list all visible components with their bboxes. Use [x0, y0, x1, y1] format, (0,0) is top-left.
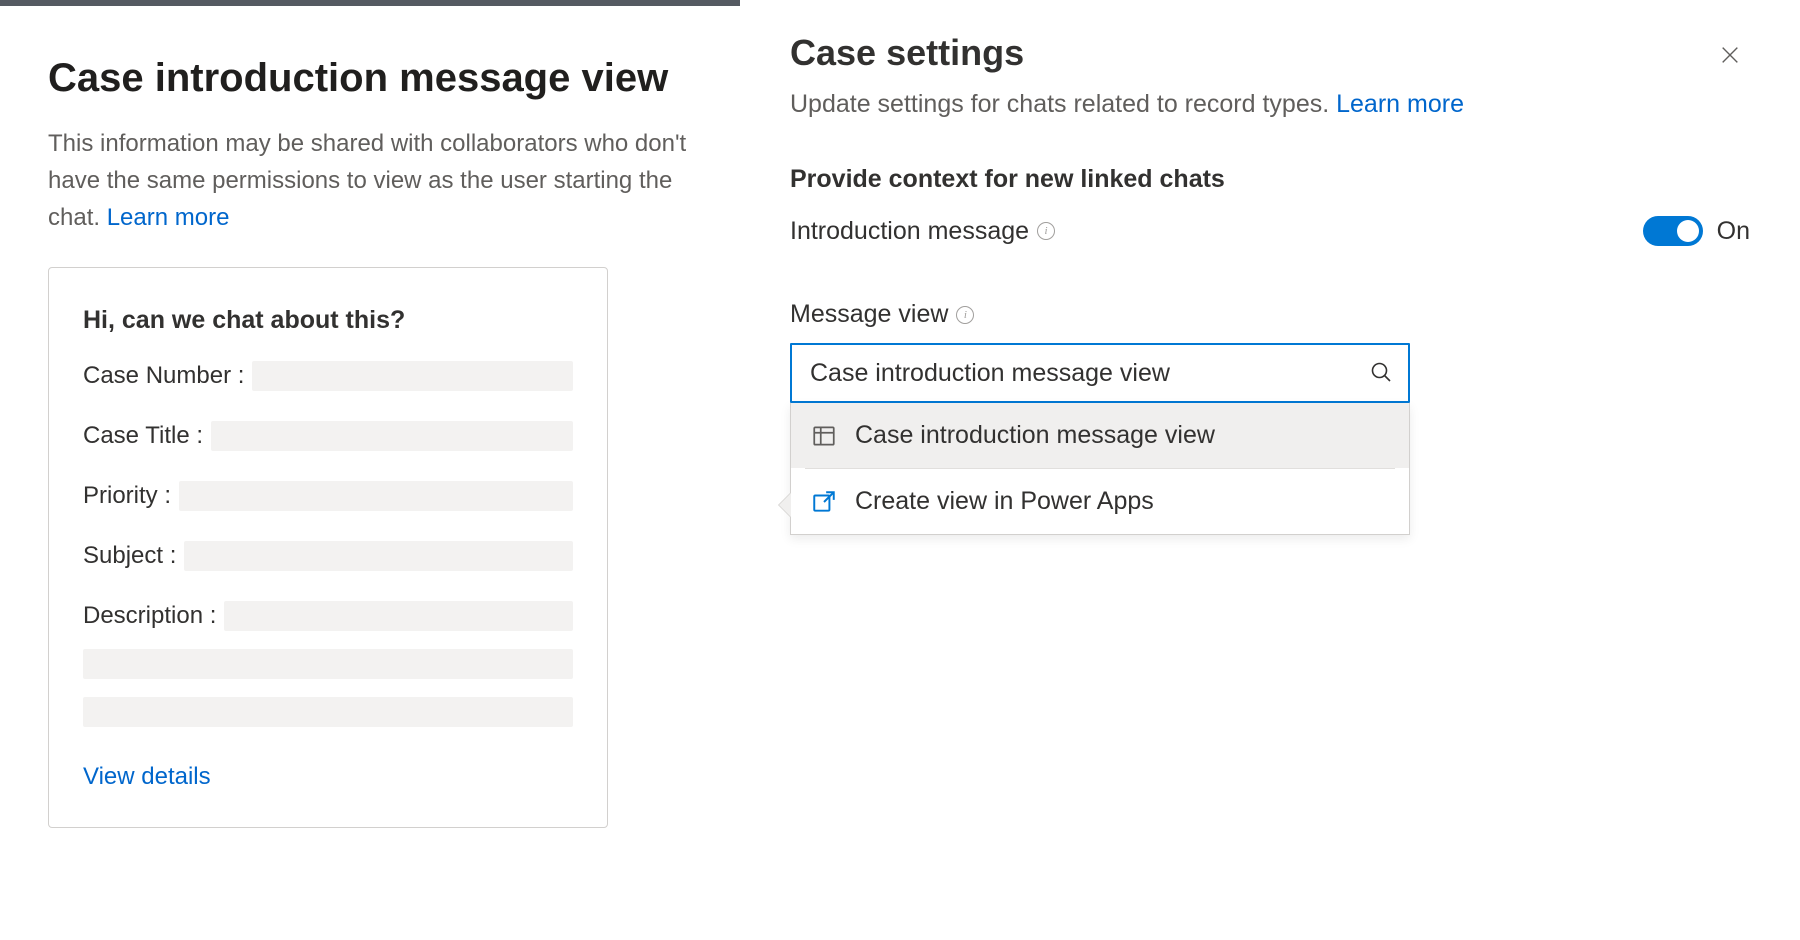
view-icon [811, 423, 837, 449]
learn-more-link[interactable]: Learn more [107, 204, 230, 231]
placeholder-bar [83, 697, 573, 727]
info-icon[interactable]: i [1037, 222, 1055, 240]
field-label: Priority : [83, 482, 171, 510]
message-view-dropdown: Case introduction message view Create vi… [790, 403, 1410, 535]
dropdown-option-create-view[interactable]: Create view in Power Apps [791, 469, 1409, 534]
field-row-priority: Priority : [83, 481, 573, 511]
placeholder-bar [179, 481, 573, 511]
dropdown-option-case-intro-view[interactable]: Case introduction message view [791, 403, 1409, 468]
introduction-message-label-text: Introduction message [790, 217, 1029, 246]
placeholder-bar [83, 649, 573, 679]
field-label: Subject : [83, 542, 176, 570]
introduction-message-row: Introduction message i On [790, 216, 1750, 246]
field-row-case-number: Case Number : [83, 361, 573, 391]
field-row-case-title: Case Title : [83, 421, 573, 451]
preview-title: Case introduction message view [48, 56, 692, 101]
message-view-label-text: Message view [790, 300, 948, 329]
preview-description: This information may be shared with coll… [48, 125, 692, 237]
dropdown-option-label: Case introduction message view [855, 421, 1215, 450]
message-view-search-button[interactable] [1366, 358, 1396, 388]
toggle-state-label: On [1717, 217, 1750, 246]
dropdown-option-label: Create view in Power Apps [855, 487, 1154, 516]
settings-description-text: Update settings for chats related to rec… [790, 90, 1336, 118]
preview-panel: Case introduction message view This info… [0, 0, 740, 940]
settings-panel: Case settings Update settings for chats … [740, 0, 1800, 940]
settings-description: Update settings for chats related to rec… [790, 90, 1750, 119]
search-icon [1369, 360, 1393, 387]
info-icon[interactable]: i [956, 306, 974, 324]
placeholder-bar [184, 541, 573, 571]
placeholder-bar [224, 601, 573, 631]
preview-card-heading: Hi, can we chat about this? [83, 306, 573, 335]
field-label: Case Number : [83, 362, 244, 390]
close-icon [1719, 44, 1741, 69]
field-row-subject: Subject : [83, 541, 573, 571]
open-external-icon [811, 489, 837, 515]
message-view-input[interactable] [790, 343, 1410, 403]
toggle-knob [1677, 220, 1699, 242]
introduction-toggle-wrap: On [1643, 216, 1750, 246]
settings-learn-more-link[interactable]: Learn more [1336, 90, 1464, 118]
preview-card: Hi, can we chat about this? Case Number … [48, 267, 608, 828]
field-label: Description : [83, 602, 216, 630]
view-details-row: View details [83, 763, 573, 791]
placeholder-bar [211, 421, 573, 451]
introduction-toggle[interactable] [1643, 216, 1703, 246]
placeholder-bar [252, 361, 573, 391]
introduction-message-label: Introduction message i [790, 217, 1055, 246]
message-view-combobox: Case introduction message view Create vi… [790, 343, 1410, 403]
field-row-description: Description : [83, 601, 573, 631]
view-details-link[interactable]: View details [83, 763, 211, 790]
settings-title: Case settings [790, 32, 1750, 74]
close-button[interactable] [1710, 36, 1750, 76]
message-view-label: Message view i [790, 300, 1750, 329]
callout-pointer [779, 493, 791, 517]
section-heading: Provide context for new linked chats [790, 165, 1750, 194]
field-label: Case Title : [83, 422, 203, 450]
